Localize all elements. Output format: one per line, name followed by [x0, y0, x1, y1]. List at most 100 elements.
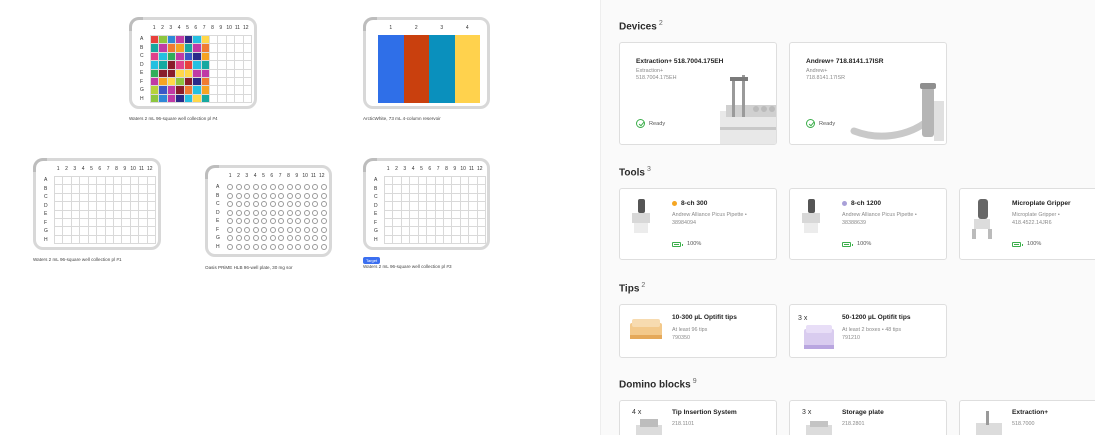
well[interactable] [201, 44, 210, 53]
well[interactable] [252, 226, 261, 235]
well[interactable] [226, 61, 236, 70]
well[interactable] [260, 217, 269, 226]
well[interactable] [243, 69, 252, 78]
well[interactable] [139, 202, 148, 211]
well[interactable] [469, 202, 478, 211]
well[interactable] [193, 69, 202, 78]
well[interactable] [88, 202, 98, 211]
well[interactable] [427, 227, 436, 236]
well[interactable] [226, 200, 235, 209]
well[interactable] [80, 193, 89, 203]
well[interactable] [184, 44, 194, 53]
well[interactable] [243, 234, 252, 243]
well[interactable] [277, 243, 286, 252]
well[interactable] [226, 209, 235, 218]
well[interactable] [80, 177, 89, 186]
well[interactable] [151, 61, 160, 70]
well[interactable] [113, 210, 123, 219]
well[interactable] [105, 227, 114, 236]
well[interactable] [269, 217, 278, 226]
well[interactable] [176, 69, 185, 78]
well[interactable] [260, 226, 269, 235]
well[interactable] [176, 77, 185, 87]
well[interactable] [435, 227, 444, 236]
well[interactable] [184, 52, 194, 62]
well[interactable] [435, 218, 444, 228]
well[interactable] [452, 210, 461, 219]
well[interactable] [80, 218, 89, 228]
well[interactable] [226, 226, 235, 235]
well[interactable] [218, 94, 227, 103]
well[interactable] [147, 185, 156, 194]
well[interactable] [88, 235, 98, 244]
well[interactable] [311, 183, 320, 192]
well[interactable] [427, 202, 436, 211]
well[interactable] [435, 193, 444, 203]
well[interactable] [130, 227, 140, 236]
well[interactable] [243, 183, 252, 192]
well[interactable] [184, 61, 194, 70]
well[interactable] [97, 185, 106, 194]
well[interactable] [201, 86, 210, 95]
well[interactable] [243, 77, 252, 87]
well[interactable] [105, 235, 114, 244]
well[interactable] [243, 61, 252, 70]
well[interactable] [260, 192, 269, 201]
well[interactable] [243, 94, 252, 103]
well[interactable] [410, 185, 419, 194]
well[interactable] [193, 77, 202, 87]
well[interactable] [427, 193, 436, 203]
well[interactable] [269, 192, 278, 201]
well[interactable] [184, 86, 194, 95]
well[interactable] [286, 192, 295, 201]
well[interactable] [184, 77, 194, 87]
well[interactable] [393, 177, 402, 186]
well[interactable] [130, 202, 140, 211]
well[interactable] [269, 183, 278, 192]
well[interactable] [63, 227, 72, 236]
well[interactable] [201, 36, 210, 45]
well[interactable] [418, 177, 428, 186]
well[interactable] [167, 77, 177, 87]
well[interactable] [286, 209, 295, 218]
well[interactable] [209, 44, 219, 53]
well[interactable] [63, 185, 72, 194]
well[interactable] [286, 217, 295, 226]
well[interactable] [320, 209, 329, 218]
well[interactable] [218, 36, 227, 45]
well[interactable] [167, 61, 177, 70]
well[interactable] [55, 235, 64, 244]
tool-card-8ch-300[interactable]: 8-ch 300 Andrew Alliance Picus Pipette •… [619, 188, 777, 260]
well[interactable] [226, 243, 235, 252]
well[interactable] [159, 61, 168, 70]
well[interactable] [410, 210, 419, 219]
well[interactable] [235, 200, 244, 209]
well[interactable] [167, 69, 177, 78]
well[interactable] [393, 202, 402, 211]
well[interactable] [226, 86, 236, 95]
well[interactable] [452, 235, 461, 244]
well[interactable] [235, 69, 244, 78]
well[interactable] [130, 193, 140, 203]
well[interactable] [286, 183, 295, 192]
well[interactable] [294, 226, 303, 235]
well[interactable] [385, 235, 394, 244]
well[interactable] [269, 200, 278, 209]
well[interactable] [71, 193, 81, 203]
domino-card-extraction[interactable]: Extraction+ 518.7000 [959, 400, 1095, 435]
well[interactable] [269, 226, 278, 235]
well[interactable] [63, 218, 72, 228]
well[interactable] [226, 217, 235, 226]
well[interactable] [151, 44, 160, 53]
well[interactable] [113, 177, 123, 186]
well[interactable] [303, 217, 312, 226]
well[interactable] [88, 177, 98, 186]
well[interactable] [277, 183, 286, 192]
well[interactable] [105, 185, 114, 194]
well[interactable] [320, 192, 329, 201]
well[interactable] [235, 77, 244, 87]
well[interactable] [252, 217, 261, 226]
well[interactable] [477, 177, 486, 186]
well[interactable] [209, 61, 219, 70]
well[interactable] [252, 200, 261, 209]
